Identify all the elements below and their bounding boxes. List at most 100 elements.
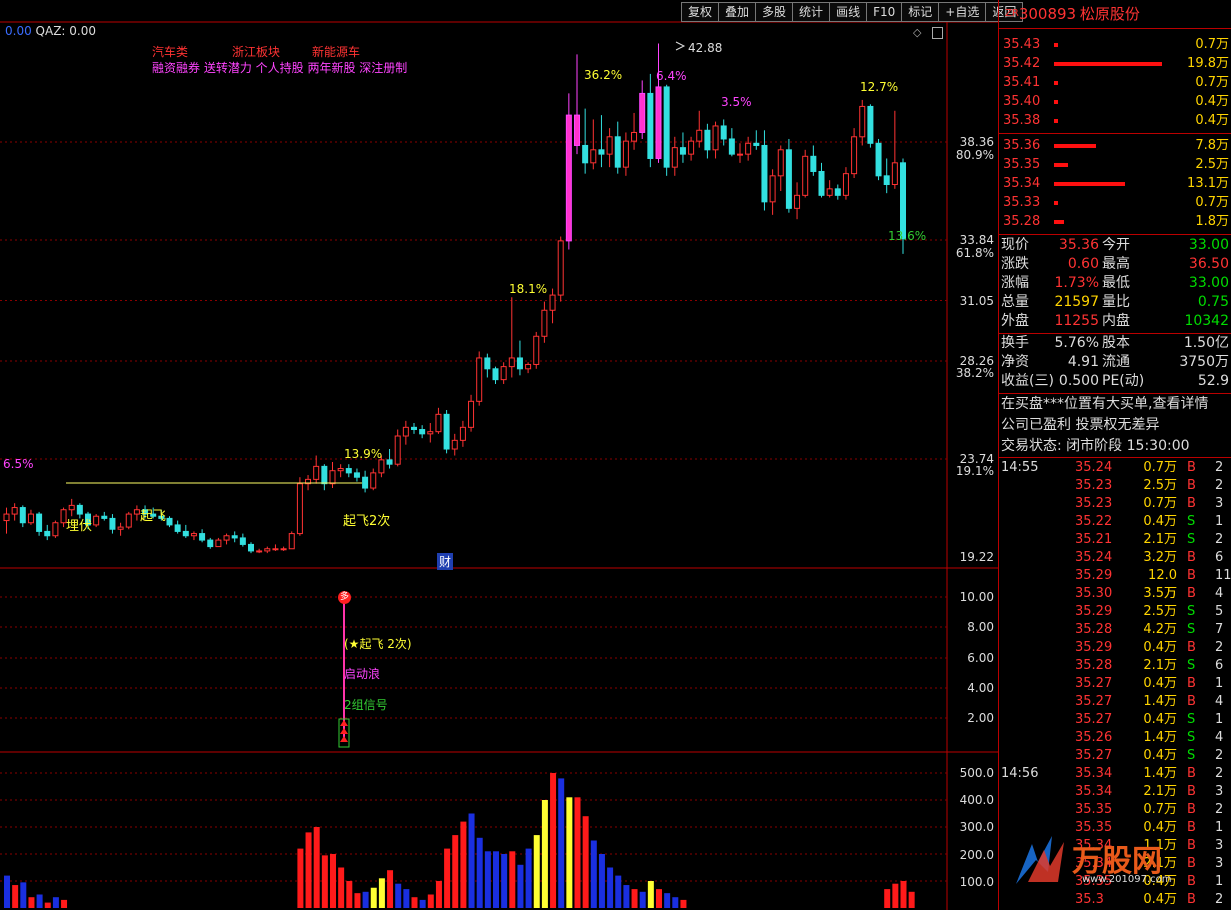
candle-body[interactable] bbox=[639, 92, 646, 133]
candle-body[interactable] bbox=[712, 125, 719, 151]
bid-row[interactable]: 35.33 0.7万 bbox=[999, 193, 1231, 212]
candle-body[interactable] bbox=[867, 105, 874, 144]
candle-body[interactable] bbox=[117, 526, 124, 530]
candle-body[interactable] bbox=[378, 459, 385, 474]
candle-body[interactable] bbox=[663, 86, 670, 168]
candle-body[interactable] bbox=[190, 533, 197, 537]
candle-body[interactable] bbox=[704, 129, 711, 151]
candle-body[interactable] bbox=[248, 543, 254, 552]
candle-body[interactable] bbox=[590, 149, 597, 164]
candle-body[interactable] bbox=[345, 468, 352, 474]
candle-body[interactable] bbox=[76, 504, 83, 515]
candle-body[interactable] bbox=[842, 173, 849, 196]
candle-body[interactable] bbox=[769, 175, 776, 203]
candle-body[interactable] bbox=[631, 131, 638, 142]
bid-row[interactable]: 35.28 1.8万 bbox=[999, 212, 1231, 231]
candle-body[interactable] bbox=[679, 147, 686, 155]
candle-body[interactable] bbox=[386, 459, 393, 465]
candle-body[interactable] bbox=[525, 363, 532, 370]
candle-body[interactable] bbox=[468, 400, 475, 428]
candle-body[interactable] bbox=[777, 149, 784, 177]
candle-body[interactable] bbox=[541, 309, 548, 337]
toolbar-multi-stock-button[interactable]: 多股 bbox=[755, 2, 793, 22]
candle-body[interactable] bbox=[435, 413, 442, 433]
candle-body[interactable] bbox=[109, 517, 116, 530]
candle-body[interactable] bbox=[598, 149, 605, 155]
bid-row[interactable]: 35.35 2.5万 bbox=[999, 155, 1231, 174]
candle-body[interactable] bbox=[370, 472, 377, 489]
kline-chart-area[interactable]: 0.00 QAZ: 0.00 汽车类 浙江板块 新能源车 融资融券 送转潜力 个… bbox=[0, 0, 998, 910]
candle-body[interactable] bbox=[606, 136, 613, 155]
candle-body[interactable] bbox=[321, 465, 328, 485]
candle-body[interactable] bbox=[402, 426, 409, 437]
candle-body[interactable] bbox=[688, 140, 695, 155]
candle-body[interactable] bbox=[549, 294, 556, 311]
candle-body[interactable] bbox=[288, 533, 295, 550]
candle-body[interactable] bbox=[826, 188, 833, 196]
candle-body[interactable] bbox=[655, 86, 662, 159]
candle-body[interactable] bbox=[36, 513, 43, 532]
candle-body[interactable] bbox=[859, 105, 866, 138]
toolbar-stats-button[interactable]: 统计 bbox=[792, 2, 830, 22]
finance-marker[interactable]: 财 bbox=[437, 553, 454, 570]
candle-body[interactable] bbox=[614, 136, 621, 168]
candle-body[interactable] bbox=[459, 426, 466, 441]
candle-body[interactable] bbox=[199, 533, 206, 541]
candle-body[interactable] bbox=[101, 515, 108, 519]
candle-body[interactable] bbox=[671, 147, 678, 168]
ask-row[interactable]: 35.38 0.4万 bbox=[999, 111, 1231, 130]
candle-body[interactable] bbox=[745, 142, 752, 155]
candle-body[interactable] bbox=[451, 439, 458, 450]
candle-body[interactable] bbox=[851, 136, 858, 175]
candle-body[interactable] bbox=[696, 129, 703, 142]
candle-body[interactable] bbox=[802, 155, 809, 196]
candle-body[interactable] bbox=[582, 144, 589, 164]
candle-body[interactable] bbox=[166, 517, 173, 526]
candle-body[interactable] bbox=[52, 522, 59, 537]
candle-body[interactable] bbox=[883, 175, 890, 185]
ask-row[interactable]: 35.42 19.8万 bbox=[999, 54, 1231, 73]
candle-body[interactable] bbox=[296, 483, 303, 535]
candle-body[interactable] bbox=[19, 507, 26, 524]
toolbar-add-watchlist-button[interactable]: +自选 bbox=[938, 2, 986, 22]
panel-toggle-icon[interactable] bbox=[932, 27, 943, 39]
candle-body[interactable] bbox=[508, 357, 515, 368]
candle-body[interactable] bbox=[3, 513, 10, 522]
candle-body[interactable] bbox=[394, 435, 401, 465]
candle-body[interactable] bbox=[557, 240, 564, 296]
candle-body[interactable] bbox=[500, 366, 507, 381]
candle-body[interactable] bbox=[337, 468, 344, 472]
candle-body[interactable] bbox=[761, 144, 768, 203]
diamond-icon[interactable]: ◇ bbox=[913, 26, 921, 39]
toolbar-overlay-button[interactable]: 叠加 bbox=[718, 2, 756, 22]
candle-body[interactable] bbox=[891, 162, 898, 185]
candle-body[interactable] bbox=[720, 125, 727, 140]
ask-row[interactable]: 35.43 0.7万 bbox=[999, 35, 1231, 54]
toolbar-draw-button[interactable]: 画线 bbox=[829, 2, 867, 22]
candle-body[interactable] bbox=[313, 465, 320, 480]
candle-body[interactable] bbox=[174, 524, 181, 532]
bid-row[interactable]: 35.36 7.8万 bbox=[999, 136, 1231, 155]
candle-body[interactable] bbox=[27, 513, 34, 524]
candle-body[interactable] bbox=[785, 149, 792, 209]
candle-body[interactable] bbox=[834, 188, 841, 196]
candle-body[interactable] bbox=[794, 194, 801, 209]
candle-body[interactable] bbox=[44, 530, 51, 537]
candle-body[interactable] bbox=[533, 335, 540, 365]
candle-body[interactable] bbox=[207, 539, 214, 548]
toolbar-f10-button[interactable]: F10 bbox=[866, 2, 902, 22]
candle-body[interactable] bbox=[362, 476, 369, 489]
candle-body[interactable] bbox=[264, 548, 271, 552]
candle-body[interactable] bbox=[125, 513, 132, 528]
candle-body[interactable] bbox=[574, 114, 580, 146]
candle-body[interactable] bbox=[728, 138, 735, 155]
candle-body[interactable] bbox=[900, 162, 906, 240]
candle-body[interactable] bbox=[11, 507, 18, 515]
candle-body[interactable] bbox=[753, 142, 760, 146]
candle-body[interactable] bbox=[484, 357, 491, 370]
candle-body[interactable] bbox=[411, 426, 417, 431]
candle-body[interactable] bbox=[272, 548, 279, 551]
candle-body[interactable] bbox=[647, 92, 654, 159]
candle-body[interactable] bbox=[516, 357, 523, 370]
toolbar-restore-rights-button[interactable]: 复权 bbox=[681, 2, 719, 22]
